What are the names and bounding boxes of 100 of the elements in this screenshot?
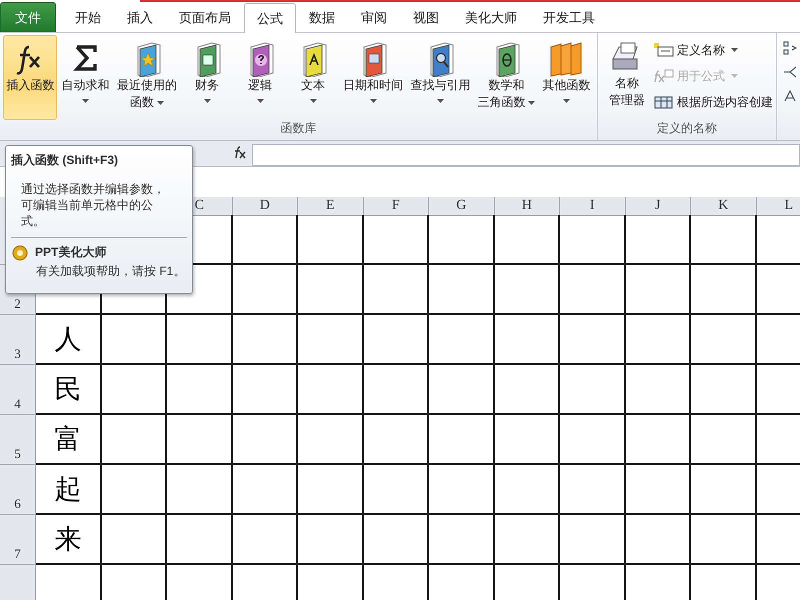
button-label: 名称 — [615, 75, 639, 92]
ribbon-tab[interactable]: 视图 — [400, 2, 452, 32]
table-cell — [560, 465, 626, 515]
row-header[interactable]: 6 — [0, 465, 36, 515]
ribbon-button[interactable]: 文本 — [287, 35, 340, 120]
button-label: 自动求和 — [62, 77, 110, 94]
button-label: 管理器 — [609, 92, 645, 109]
table-cell: 民 — [36, 365, 102, 415]
ribbon-tab[interactable]: 数据 — [296, 2, 348, 32]
table-cell — [494, 215, 560, 265]
button-label: 函数 — [130, 94, 154, 111]
ribbon-button[interactable]: 最近使用的 函数 — [114, 35, 180, 120]
name-manager-button[interactable]: 名称 管理器 — [601, 35, 653, 120]
ribbon-tab[interactable]: 公式 — [244, 3, 296, 33]
table-cell — [494, 415, 560, 465]
column-header[interactable]: D — [232, 197, 298, 216]
table-cell — [494, 365, 560, 415]
table-cell — [626, 315, 691, 365]
column-header[interactable]: E — [298, 197, 364, 216]
table-cell — [626, 215, 691, 265]
table-cell — [429, 415, 494, 465]
table-cell — [232, 515, 298, 565]
ribbon-tab[interactable]: 审阅 — [348, 2, 400, 32]
table-cell — [364, 365, 429, 415]
ribbon-button[interactable]: 财务 — [181, 35, 234, 120]
table-cell — [626, 415, 691, 465]
table-cell — [102, 365, 167, 415]
tag-icon — [654, 43, 674, 57]
table-cell — [167, 365, 232, 415]
trace-icon[interactable] — [783, 65, 797, 79]
table-cell — [232, 265, 298, 315]
column-header[interactable]: K — [691, 197, 756, 216]
table-cell — [102, 515, 167, 565]
tooltip-title: 插入函数 (Shift+F3) — [11, 152, 119, 169]
group-label: 函数库 — [280, 120, 318, 137]
table-cell — [494, 515, 560, 565]
table-cell — [560, 265, 626, 315]
table-cell — [560, 415, 626, 465]
trace-icon[interactable] — [783, 41, 797, 55]
ribbon-button[interactable]: 插入函数 — [3, 35, 58, 120]
table-cell — [691, 515, 756, 565]
column-header[interactable]: L — [756, 197, 800, 216]
ribbon-button[interactable]: 其他函数 — [539, 35, 594, 120]
ribbon-button[interactable]: 自动求和 — [58, 35, 113, 120]
column-header[interactable]: H — [494, 197, 560, 216]
ribbon-tab[interactable]: 文件 — [0, 2, 56, 32]
row-header[interactable]: 4 — [0, 365, 36, 415]
table-cell — [298, 315, 364, 365]
row-header[interactable]: 5 — [0, 415, 36, 465]
table-cell — [626, 515, 691, 565]
table-cell — [167, 415, 232, 465]
remove-arrows-icon[interactable] — [783, 89, 797, 103]
table-cell — [429, 315, 494, 365]
group-label: 定义的名称 — [656, 120, 718, 137]
table-cell — [232, 215, 298, 265]
table-cell — [364, 515, 429, 565]
table-cell — [691, 265, 756, 315]
table-cell — [232, 315, 298, 365]
ribbon-button[interactable]: 数学和 三角函数 — [474, 35, 538, 120]
table-cell — [167, 515, 232, 565]
table-cell — [298, 465, 364, 515]
table-cell — [298, 215, 364, 265]
button-label: 三角函数 — [477, 94, 526, 111]
table-cell — [691, 415, 756, 465]
ribbon-tab[interactable]: 插入 — [114, 2, 166, 32]
button-label: 文本 — [301, 77, 326, 94]
formula-field[interactable] — [252, 144, 800, 166]
table-cell — [560, 515, 626, 565]
table-cell — [626, 365, 691, 415]
table-cell — [298, 415, 364, 465]
row-header[interactable]: 7 — [0, 515, 36, 565]
table-cell — [232, 365, 298, 415]
column-header[interactable]: I — [560, 197, 626, 216]
row-header[interactable]: 3 — [0, 315, 36, 365]
column-header[interactable]: G — [429, 197, 494, 216]
button-label: 财务 — [195, 77, 220, 94]
table-cell — [626, 265, 691, 315]
table-cell — [560, 215, 626, 265]
table-cell: 富 — [36, 415, 102, 465]
column-header[interactable]: J — [626, 197, 691, 216]
ribbon-command[interactable]: 定义名称 — [654, 37, 773, 63]
ribbon-button[interactable]: 日期和时间 — [340, 35, 406, 120]
table-cell — [298, 265, 364, 315]
ribbon-button[interactable]: 逻辑 — [234, 35, 286, 120]
table-cell — [298, 515, 364, 565]
table-cell — [167, 465, 232, 515]
ribbon-tab[interactable]: 页面布局 — [166, 2, 244, 32]
button-label: 插入函数 — [6, 77, 54, 94]
table-cell — [494, 465, 560, 515]
ribbon-tab[interactable]: 美化大师 — [452, 2, 530, 32]
table-cell — [102, 465, 167, 515]
table-cell — [494, 315, 560, 365]
table-cell — [494, 265, 560, 315]
ribbon-command[interactable]: 根据所选内容创建 — [654, 89, 773, 115]
table-cell — [691, 465, 756, 515]
column-header[interactable]: F — [364, 197, 429, 216]
function-icon — [654, 69, 674, 83]
ribbon-tab[interactable]: 开始 — [62, 2, 114, 32]
ribbon-tab[interactable]: 开发工具 — [530, 2, 608, 32]
ribbon-button[interactable]: 查找与引用 — [407, 35, 474, 120]
